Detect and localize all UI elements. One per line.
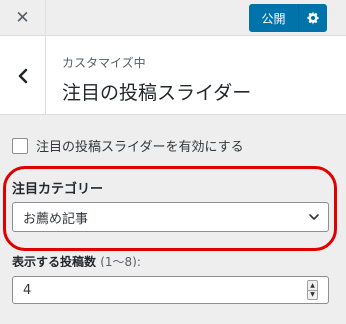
- enable-slider-row[interactable]: 注目の投稿スライダーを有効にする: [12, 136, 244, 155]
- back-button[interactable]: [0, 36, 46, 115]
- post-count-spinner[interactable]: ▲ ▼: [307, 280, 318, 300]
- enable-slider-checkbox[interactable]: [12, 137, 28, 154]
- enable-slider-label[interactable]: 注目の投稿スライダーを有効にする: [36, 136, 244, 155]
- section-title: 注目の投稿スライダー: [62, 82, 252, 104]
- gear-icon: [307, 11, 319, 25]
- customizer-topbar: ✕ 公開: [0, 0, 346, 36]
- post-count-value: 4: [23, 282, 32, 298]
- featured-category-value: お薦め記事: [23, 211, 89, 227]
- post-count-label: 表示する投稿数 (1〜8):: [12, 253, 141, 267]
- post-count-range: (1〜8):: [100, 255, 141, 267]
- spinner-down-icon[interactable]: ▼: [308, 289, 317, 300]
- publish-group: 公開: [249, 4, 327, 32]
- post-count-label-text: 表示する投稿数: [12, 255, 97, 267]
- post-count-input[interactable]: 4 ▲ ▼: [12, 276, 329, 304]
- publish-settings-button[interactable]: [299, 4, 327, 32]
- publish-button[interactable]: 公開: [249, 4, 299, 32]
- customizing-label: カスタマイズ中: [62, 56, 146, 70]
- chevron-left-icon: [18, 68, 27, 83]
- section-header: カスタマイズ中 注目の投稿スライダー: [0, 36, 346, 115]
- close-button[interactable]: ✕: [0, 0, 46, 36]
- featured-category-select[interactable]: お薦め記事: [12, 202, 329, 232]
- close-icon: ✕: [15, 8, 30, 28]
- spinner-up-icon[interactable]: ▲: [308, 281, 317, 290]
- featured-category-label: 注目カテゴリー: [12, 182, 104, 197]
- chevron-down-icon: [309, 214, 319, 220]
